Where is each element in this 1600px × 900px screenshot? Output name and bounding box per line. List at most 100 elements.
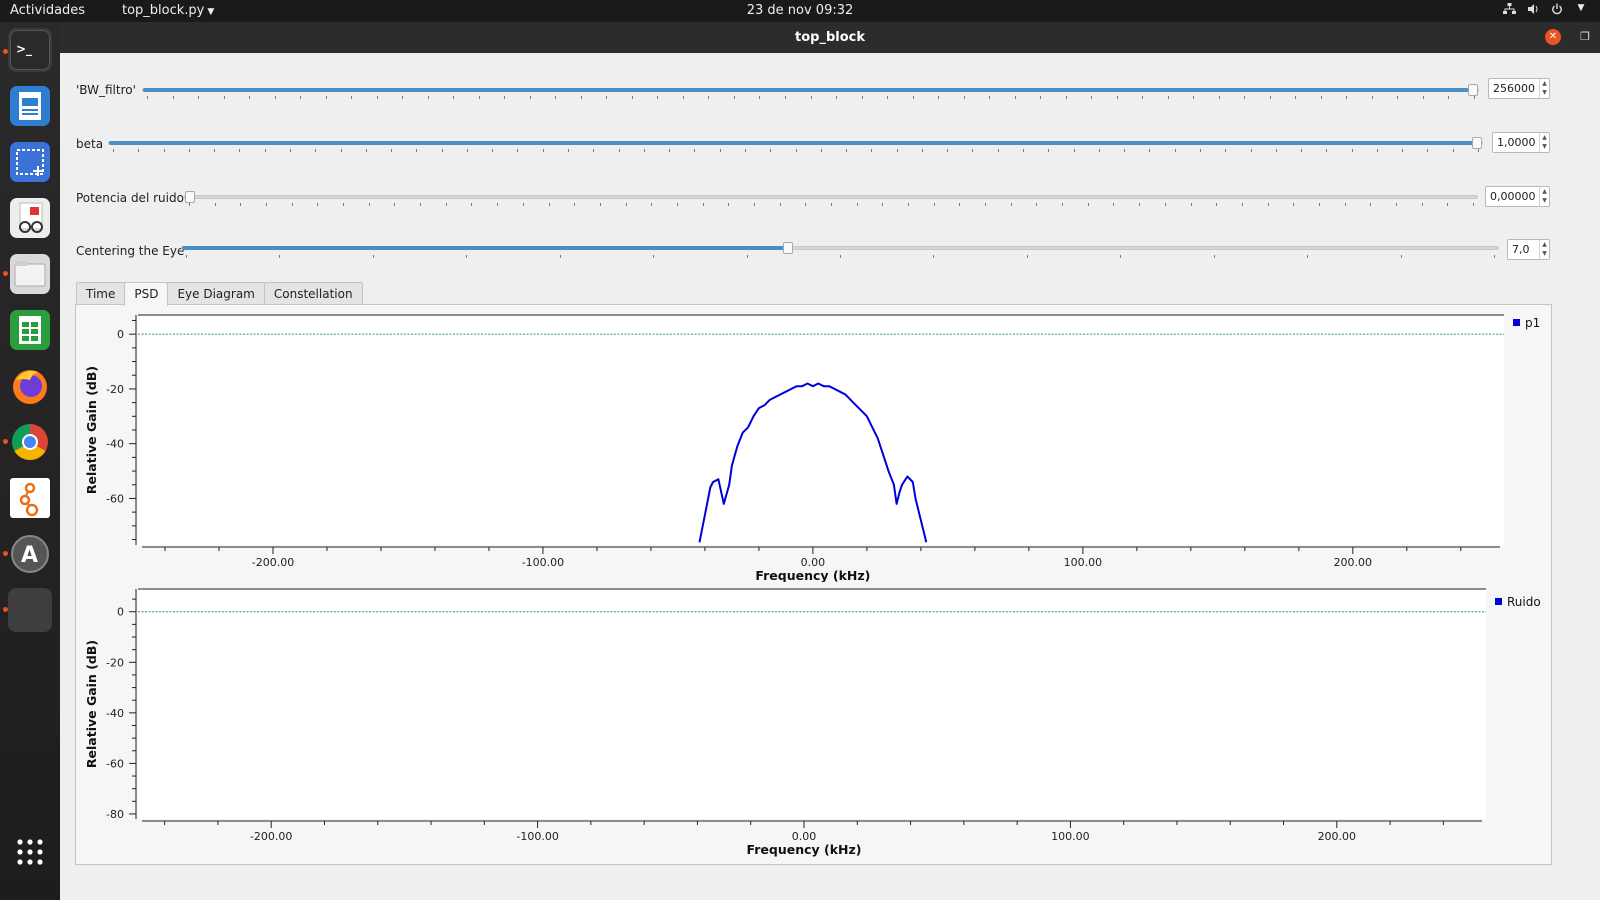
chrome-icon xyxy=(10,422,50,462)
spin-arrows-icon[interactable]: ▲ ▼ xyxy=(1539,79,1549,98)
tab-eye-diagram[interactable]: Eye Diagram xyxy=(167,282,265,305)
spin-arrows-icon[interactable]: ▲ ▼ xyxy=(1539,187,1549,206)
centering-eye-spinbox[interactable]: 7,0 ▲ ▼ xyxy=(1507,239,1550,260)
slider-tick xyxy=(1301,149,1303,152)
dock-item-chrome[interactable] xyxy=(8,420,52,464)
slider-tick xyxy=(580,96,582,99)
x-tick-label: 200.00 xyxy=(1334,556,1373,569)
system-tray[interactable]: ▼ xyxy=(1502,3,1588,18)
dock-item-writer[interactable] xyxy=(8,84,52,128)
bw-filtro-spinbox[interactable]: 256000 ▲ ▼ xyxy=(1488,78,1550,99)
dock-item-firefox[interactable] xyxy=(8,364,52,408)
tab-psd[interactable]: PSD xyxy=(124,282,169,306)
slider-tick xyxy=(1216,203,1218,206)
slider-tick xyxy=(1320,96,1322,99)
dock-item-document-viewer[interactable] xyxy=(8,196,52,240)
slider-tick xyxy=(770,149,772,152)
app-menu-label: top_block.py xyxy=(122,3,205,18)
svg-text:>_: >_ xyxy=(16,42,32,57)
slider-tick xyxy=(1164,203,1166,206)
slider-ticks xyxy=(147,96,1475,100)
beta-spinbox[interactable]: 1,0000 ▲ ▼ xyxy=(1492,132,1550,153)
psd-plot-ruido[interactable]: 0-20-40-60-80-200.00 -100.00 0.00 100.00 200… xyxy=(76,584,1551,864)
dock-item-active-window[interactable] xyxy=(8,588,52,632)
dock-item-gnuradio[interactable] xyxy=(8,476,52,520)
x-axis-label: Frequency (kHz) xyxy=(755,568,870,582)
slider-tick xyxy=(568,149,569,152)
network-icon[interactable] xyxy=(1502,3,1516,18)
window-title: top_block xyxy=(795,30,865,45)
slider-track[interactable] xyxy=(181,242,1499,254)
potencia-ruido-spinbox[interactable]: 0,00000 ▲ ▼ xyxy=(1485,186,1550,207)
slider-handle[interactable] xyxy=(782,242,793,254)
slider-tick xyxy=(657,96,659,99)
slider-tick xyxy=(676,203,678,206)
y-tick-label: 0 xyxy=(117,606,124,619)
slider-tick xyxy=(343,203,345,206)
volume-icon[interactable] xyxy=(1526,3,1540,18)
slider-tick xyxy=(606,96,608,99)
slider-tick xyxy=(1139,203,1141,206)
slider-tick xyxy=(402,96,404,99)
slider-tick xyxy=(1213,255,1215,258)
slider-handle[interactable] xyxy=(1468,84,1478,96)
slider-tick xyxy=(214,149,216,152)
document-viewer-icon xyxy=(10,198,50,238)
slider-tick xyxy=(497,203,499,206)
x-axis-label: Frequency (kHz) xyxy=(747,842,862,857)
control-label: Centering the Eye xyxy=(76,244,185,258)
slider-tick xyxy=(1116,96,1118,99)
slider-tick xyxy=(1014,96,1016,99)
svg-text:A: A xyxy=(21,543,38,568)
window-titlebar[interactable]: top_block ─ ❐ ✕ xyxy=(60,22,1600,53)
terminal-icon: >_ xyxy=(10,30,50,70)
dock-item-software-updater[interactable]: A xyxy=(8,532,52,576)
clock[interactable]: 23 de nov 09:32 xyxy=(0,3,1600,18)
slider-track[interactable] xyxy=(142,84,1479,96)
slider-tick xyxy=(266,203,268,206)
slider-tick xyxy=(279,255,281,258)
x-tick-label: -100.00 xyxy=(516,830,558,843)
slider-handle[interactable] xyxy=(185,191,195,203)
show-applications-button[interactable] xyxy=(8,830,52,874)
y-tick-label: -40 xyxy=(106,438,124,451)
slider-tick xyxy=(1494,255,1495,258)
slider-tick xyxy=(1346,96,1348,99)
spin-arrows-icon[interactable]: ▲ ▼ xyxy=(1539,240,1549,259)
slider-fill xyxy=(143,88,1478,92)
control-row-centering-eye: Centering the Eye 7,0 ▲ ▼ xyxy=(60,237,1600,267)
activities-button[interactable]: Actividades xyxy=(10,3,85,18)
slider-tick xyxy=(1241,203,1243,206)
psd-plot-p1[interactable]: 0-20-40-60-200.00 -100.00 0.00 100.00 200.00… xyxy=(76,305,1551,582)
slider-tick xyxy=(147,96,148,99)
slider-tick xyxy=(492,149,494,152)
tab-time[interactable]: Time xyxy=(76,282,126,305)
dock-item-terminal[interactable]: >_ xyxy=(8,28,52,72)
dock-item-screenshot[interactable] xyxy=(8,140,52,184)
app-menu[interactable]: top_block.py ▼ xyxy=(122,3,214,18)
close-button[interactable]: ✕ xyxy=(1545,29,1561,45)
slider-track[interactable] xyxy=(108,137,1483,149)
spin-arrows-icon[interactable]: ▲ ▼ xyxy=(1539,133,1549,152)
y-axis-label: Relative Gain (dB) xyxy=(84,366,99,494)
power-icon[interactable] xyxy=(1550,3,1564,18)
dock-item-calc[interactable] xyxy=(8,308,52,352)
app-grid-icon xyxy=(10,832,50,872)
slider-tick xyxy=(1318,203,1320,206)
slider-tick xyxy=(1269,96,1271,99)
slider-tick xyxy=(240,203,242,206)
slider-tick xyxy=(1190,203,1192,206)
slider-tick xyxy=(599,203,601,206)
x-tick-label: -200.00 xyxy=(250,830,292,843)
chevron-down-icon: ▼ xyxy=(207,7,215,17)
chevron-down-icon[interactable]: ▼ xyxy=(1574,3,1588,18)
slider-tick xyxy=(882,203,884,206)
tab-constellation[interactable]: Constellation xyxy=(263,282,363,305)
y-tick-label: -60 xyxy=(106,492,124,505)
slider-handle[interactable] xyxy=(1472,137,1482,149)
slider-tick xyxy=(365,149,367,152)
dock-item-files[interactable] xyxy=(8,252,52,296)
slider-track[interactable] xyxy=(184,191,1478,203)
control-label: beta xyxy=(76,137,104,151)
maximize-button[interactable]: ❐ xyxy=(1577,29,1593,45)
